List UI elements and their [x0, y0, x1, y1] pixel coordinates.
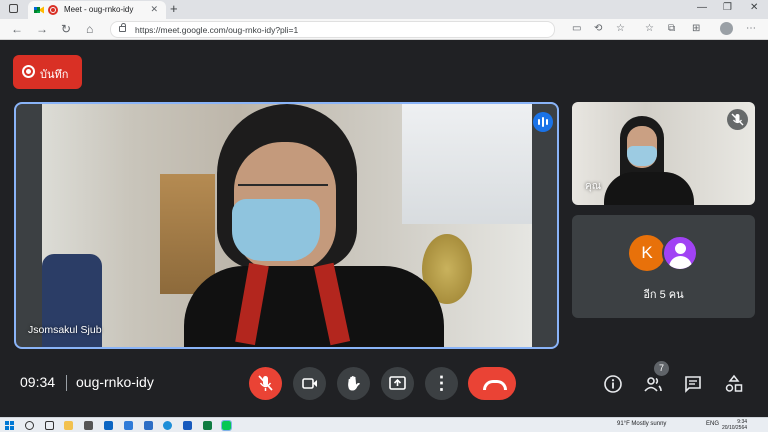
- reload-button[interactable]: ↻: [61, 22, 71, 36]
- participant-mask: [232, 199, 320, 261]
- main-video-tile[interactable]: Jsomsakul Sjub: [14, 102, 559, 349]
- background-window: [402, 104, 532, 224]
- record-label: บันทึก: [40, 69, 69, 81]
- weather-widget[interactable]: 91°F Mostly sunny: [617, 421, 666, 427]
- system-clock[interactable]: 9:34 20/10/2564: [722, 419, 747, 431]
- leave-call-button[interactable]: [468, 367, 516, 400]
- back-button[interactable]: ←: [11, 22, 23, 36]
- record-icon: [22, 65, 35, 78]
- present-screen-icon: [389, 376, 406, 390]
- record-button[interactable]: บันทึก: [13, 55, 82, 89]
- os-taskbar: 91°F Mostly sunny ENG 9:34 20/10/2564: [0, 417, 768, 432]
- minimize-button[interactable]: —: [697, 2, 707, 13]
- file-explorer-icon[interactable]: [64, 421, 73, 430]
- camera-toggle-button[interactable]: [293, 367, 326, 400]
- store-icon[interactable]: [84, 421, 93, 430]
- lock-icon: [119, 23, 126, 32]
- url-text: https://meet.google.com/oug-rnko-idy?pli…: [135, 25, 299, 35]
- raise-hand-button[interactable]: ✋: [337, 367, 370, 400]
- people-button[interactable]: [643, 374, 663, 394]
- word-icon[interactable]: [183, 421, 192, 430]
- meet-stage: บันทึก Jsomsakul Sjub คุณ K อีก 5 คน 09:…: [0, 41, 768, 417]
- more-vert-icon: ⋮: [432, 373, 451, 393]
- url-field[interactable]: https://meet.google.com/oug-rnko-idy?pli…: [110, 21, 555, 38]
- tab-title: Meet - oug-rnko-idy: [64, 5, 134, 14]
- hand-icon: ✋: [344, 375, 363, 391]
- collections-icon[interactable]: ⧉: [668, 23, 675, 34]
- address-bar-row: ← → ↻ ⌂ https://meet.google.com/oug-rnko…: [0, 19, 768, 40]
- mic-toggle-button[interactable]: [249, 367, 282, 400]
- participants-count-badge: 7: [654, 361, 669, 376]
- search-icon[interactable]: [25, 421, 34, 430]
- meet-favicon-icon: [34, 6, 44, 14]
- camera-icon: [302, 378, 317, 389]
- forward-button[interactable]: →: [36, 22, 48, 36]
- camera-permission-icon[interactable]: ▭: [572, 23, 581, 34]
- task-view-icon[interactable]: [45, 421, 54, 430]
- mic-off-icon: [258, 375, 273, 391]
- close-window-button[interactable]: ✕: [750, 2, 758, 13]
- photos-icon[interactable]: [124, 421, 133, 430]
- edge-icon[interactable]: [163, 421, 172, 430]
- background-shelf: [160, 174, 215, 294]
- speaking-indicator-icon: [533, 112, 553, 132]
- extensions-icon[interactable]: ⊞: [692, 23, 700, 34]
- self-label: คุณ: [585, 181, 601, 192]
- participant-avatar-k: K: [629, 235, 665, 271]
- participant-glasses: [238, 184, 328, 198]
- chat-button[interactable]: [683, 374, 703, 394]
- browser-tab-strip: Meet - oug-rnko-idy ✕ + — ❐ ✕: [0, 0, 768, 19]
- line-icon[interactable]: [221, 420, 232, 431]
- divider: [66, 375, 67, 391]
- activities-button[interactable]: [724, 374, 744, 394]
- teams-icon[interactable]: [144, 421, 153, 430]
- windows-start-icon[interactable]: [5, 421, 14, 430]
- maximize-button[interactable]: ❐: [723, 2, 732, 13]
- recording-indicator-icon: [48, 5, 58, 15]
- language-indicator[interactable]: ENG: [706, 421, 719, 427]
- self-mask: [627, 146, 657, 166]
- self-mic-off-icon: [727, 109, 748, 130]
- activities-icon: [725, 374, 743, 392]
- info-icon: [604, 375, 622, 393]
- tab-close-icon[interactable]: ✕: [150, 4, 158, 15]
- profile-avatar[interactable]: [720, 22, 733, 35]
- present-button[interactable]: [381, 367, 414, 400]
- new-tab-button[interactable]: +: [170, 1, 178, 16]
- main-participant-name: Jsomsakul Sjub: [28, 324, 102, 336]
- main-video-feed: [42, 104, 532, 347]
- home-button[interactable]: ⌂: [86, 22, 93, 36]
- more-options-button[interactable]: ⋮: [425, 367, 458, 400]
- self-body: [604, 172, 694, 205]
- mail-icon[interactable]: [104, 421, 113, 430]
- excel-icon[interactable]: [203, 421, 212, 430]
- more-menu-icon[interactable]: ⋯: [746, 23, 756, 34]
- tab-actions-icon[interactable]: [9, 4, 18, 13]
- others-count-label: อีก 5 คน: [643, 289, 684, 301]
- meeting-code: oug-rnko-idy: [76, 374, 154, 390]
- meeting-time: 09:34: [20, 374, 56, 390]
- favorite-icon[interactable]: ☆: [616, 23, 625, 34]
- participant-body: [184, 266, 444, 347]
- others-tile[interactable]: K อีก 5 คน: [572, 215, 755, 318]
- people-icon: [644, 377, 662, 392]
- translate-icon[interactable]: ⟲: [594, 23, 602, 34]
- favorites-icon[interactable]: ☆: [645, 23, 654, 34]
- tab-meet[interactable]: Meet - oug-rnko-idy ✕: [28, 1, 166, 19]
- chat-icon: [685, 376, 701, 393]
- meeting-info-button[interactable]: [603, 374, 623, 394]
- self-video-tile[interactable]: คุณ: [572, 102, 755, 205]
- participant-avatar-generic: [662, 235, 698, 271]
- clock-date: 20/10/2564: [722, 425, 748, 431]
